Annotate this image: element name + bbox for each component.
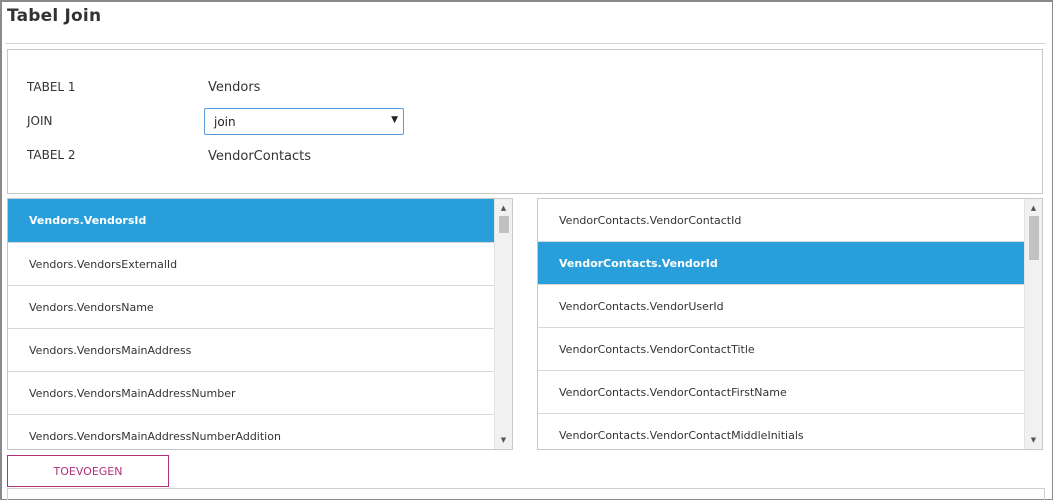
table2-column-item[interactable]: VendorContacts.VendorContactMiddleInitia… <box>538 414 1025 449</box>
join-type-selected-value: join <box>214 115 236 129</box>
scroll-up-icon[interactable]: ▲ <box>495 201 512 215</box>
table1-column-list[interactable]: Vendors.VendorsId Vendors.VendorsExternal… <box>7 198 513 450</box>
column-name: Vendors.VendorsMainAddressNumber <box>29 386 236 400</box>
table2-label: TABEL 2 <box>27 148 76 162</box>
table1-column-item[interactable]: Vendors.VendorsMainAddressNumber <box>8 372 495 415</box>
scrollbar-thumb[interactable] <box>499 216 509 233</box>
table1-value: Vendors <box>208 80 261 95</box>
page-title: Tabel Join <box>7 6 102 26</box>
table1-label: TABEL 1 <box>27 80 76 94</box>
table1-column-rows: Vendors.VendorsId Vendors.VendorsExternal… <box>8 199 495 449</box>
title-divider <box>5 43 1046 44</box>
table1-column-item[interactable]: Vendors.VendorsMainAddressNumberAddition <box>8 415 495 449</box>
table1-column-item[interactable]: Vendors.VendorsExternalId <box>8 243 495 286</box>
scrollbar-thumb[interactable] <box>1029 216 1039 260</box>
scroll-down-icon[interactable]: ▼ <box>495 433 512 447</box>
caret-down-icon: ▼ <box>391 115 398 125</box>
column-name: VendorContacts.VendorContactFirstName <box>559 385 787 399</box>
table2-list-scrollbar[interactable]: ▲ ▼ <box>1024 199 1042 449</box>
join-config-panel: TABEL 1 Vendors JOIN join ▼ TABEL 2 Vend… <box>7 49 1043 194</box>
column-name: Vendors.VendorsId <box>29 214 147 227</box>
table2-column-item[interactable]: VendorContacts.VendorContactFirstName <box>538 371 1025 414</box>
table2-column-list[interactable]: VendorContacts.VendorContactId VendorCont… <box>537 198 1043 450</box>
column-name: Vendors.VendorsMainAddress <box>29 343 192 357</box>
table2-column-item[interactable]: VendorContacts.VendorContactTitle <box>538 328 1025 371</box>
column-name: Vendors.VendorsExternalId <box>29 257 178 271</box>
scroll-down-icon[interactable]: ▼ <box>1025 433 1042 447</box>
table2-column-item[interactable]: VendorContacts.VendorId <box>538 242 1025 285</box>
table1-list-scrollbar[interactable]: ▲ ▼ <box>494 199 512 449</box>
table2-column-item[interactable]: VendorContacts.VendorUserId <box>538 285 1025 328</box>
table1-column-item[interactable]: Vendors.VendorsMainAddress <box>8 329 495 372</box>
add-join-button[interactable]: TOEVOEGEN <box>7 455 169 487</box>
results-panel-edge <box>7 488 1045 500</box>
column-name: VendorContacts.VendorContactMiddleInitia… <box>559 428 804 442</box>
scroll-up-icon[interactable]: ▲ <box>1025 201 1042 215</box>
column-name: VendorContacts.VendorId <box>559 256 718 270</box>
table2-column-item[interactable]: VendorContacts.VendorContactId <box>538 199 1025 242</box>
table1-column-item[interactable]: Vendors.VendorsName <box>8 286 495 329</box>
column-name: VendorContacts.VendorUserId <box>559 299 724 313</box>
column-name: Vendors.VendorsMainAddressNumberAddition <box>29 429 281 443</box>
table2-value: VendorContacts <box>208 149 312 164</box>
join-label: JOIN <box>27 114 53 128</box>
table1-column-item[interactable]: Vendors.VendorsId <box>8 199 495 243</box>
column-name: VendorContacts.VendorContactTitle <box>559 342 755 356</box>
column-name: VendorContacts.VendorContactId <box>559 213 742 227</box>
column-name: Vendors.VendorsName <box>29 300 154 314</box>
join-type-select[interactable]: join ▼ <box>204 108 404 135</box>
table2-column-rows: VendorContacts.VendorContactId VendorCont… <box>538 199 1025 449</box>
